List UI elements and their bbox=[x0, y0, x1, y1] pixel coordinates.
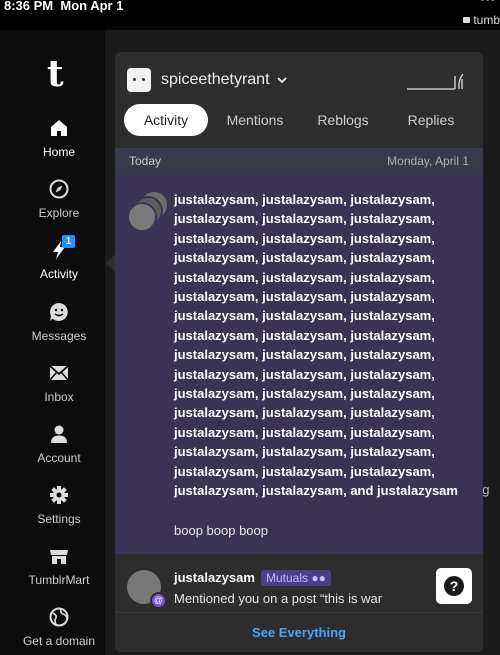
mention-at-icon: @ bbox=[150, 592, 167, 609]
sidebar-item-messages[interactable]: Messages bbox=[0, 301, 118, 343]
account-avatar bbox=[127, 68, 151, 92]
status-time: 8:36 PM Mon Apr 1 bbox=[4, 0, 124, 13]
notification-text: Mentioned you on a post “this is war bbox=[174, 591, 383, 606]
more-dots-icon[interactable]: ••• bbox=[480, 0, 496, 6]
globe-icon bbox=[49, 607, 69, 627]
tab-reblogs[interactable]: Reblogs bbox=[302, 104, 384, 136]
day-header: Today Monday, April 1 bbox=[115, 148, 483, 174]
status-bar: 8:36 PM Mon Apr 1 ••• tumb bbox=[0, 0, 500, 30]
mutuals-badge: Mutuals ●● bbox=[261, 570, 331, 586]
sidebar-item-label: Account bbox=[37, 451, 81, 465]
see-everything-link[interactable]: See Everything bbox=[115, 612, 483, 652]
gear-icon bbox=[50, 486, 68, 504]
storefront-icon bbox=[50, 550, 68, 564]
chevron-down-icon bbox=[276, 77, 287, 84]
people-icon: ●● bbox=[311, 571, 326, 585]
person-icon bbox=[51, 425, 67, 443]
tab-mentions[interactable]: Mentions bbox=[212, 104, 298, 136]
sidebar: t Home Explore 1 Activity Messages Inbox… bbox=[0, 30, 105, 655]
sidebar-item-label: Activity bbox=[39, 267, 78, 281]
help-button[interactable]: ? bbox=[436, 568, 472, 604]
envelope-icon bbox=[49, 365, 69, 381]
sidebar-item-settings[interactable]: Settings bbox=[0, 484, 118, 526]
sidebar-item-account[interactable]: Account bbox=[0, 423, 118, 465]
day-label: Today bbox=[129, 154, 162, 168]
sidebar-item-label: Get a domain bbox=[22, 634, 96, 648]
account-name: spiceethetyrant bbox=[161, 71, 270, 88]
sidebar-item-tumblrmart[interactable]: TumblrMart bbox=[0, 545, 118, 587]
sidebar-item-label: Explore bbox=[38, 206, 80, 220]
activity-popover: spiceethetyrant Activity Mentions Reblog… bbox=[115, 52, 483, 652]
sidebar-item-home[interactable]: Home bbox=[0, 117, 118, 159]
sidebar-item-inbox[interactable]: Inbox bbox=[0, 362, 118, 404]
signature-scribble-icon bbox=[407, 73, 464, 90]
popover-pointer bbox=[106, 254, 115, 272]
url-bar[interactable]: tumb bbox=[463, 13, 500, 27]
home-icon bbox=[51, 120, 67, 136]
tumblr-logo[interactable]: t bbox=[47, 56, 64, 92]
notification-username[interactable]: justalazysam bbox=[174, 570, 255, 585]
notification-subtext: boop boop boop bbox=[174, 523, 268, 538]
chat-smiley-icon bbox=[50, 303, 68, 321]
notification-item[interactable]: @ justalazysam Mutuals ●● Mentioned you … bbox=[115, 554, 483, 612]
notification-item[interactable]: justalazysam, justalazysam, justalazysam… bbox=[115, 174, 483, 554]
sidebar-item-label: Home bbox=[42, 145, 75, 159]
lock-icon bbox=[463, 17, 471, 23]
tab-activity[interactable]: Activity bbox=[124, 104, 208, 136]
sidebar-item-explore[interactable]: Explore bbox=[0, 178, 118, 220]
account-switcher[interactable]: spiceethetyrant bbox=[127, 66, 288, 94]
notification-text: justalazysam, justalazysam, justalazysam… bbox=[174, 192, 458, 499]
sidebar-item-label: TumblrMart bbox=[28, 573, 90, 587]
day-date: Monday, April 1 bbox=[387, 154, 469, 168]
activity-count-badge: 1 bbox=[62, 235, 75, 248]
compass-icon bbox=[49, 179, 69, 199]
stacked-avatars bbox=[127, 190, 169, 232]
sidebar-item-get-a-domain[interactable]: Get a domain bbox=[0, 606, 118, 648]
question-icon: ? bbox=[444, 576, 464, 596]
sidebar-item-label: Messages bbox=[31, 329, 87, 343]
sidebar-item-label: Settings bbox=[37, 512, 81, 526]
activity-tabs: Activity Mentions Reblogs Replies bbox=[124, 104, 474, 136]
sidebar-item-label: Inbox bbox=[44, 390, 74, 404]
tab-replies[interactable]: Replies bbox=[388, 104, 474, 136]
sidebar-item-activity[interactable]: 1 Activity bbox=[0, 235, 118, 281]
